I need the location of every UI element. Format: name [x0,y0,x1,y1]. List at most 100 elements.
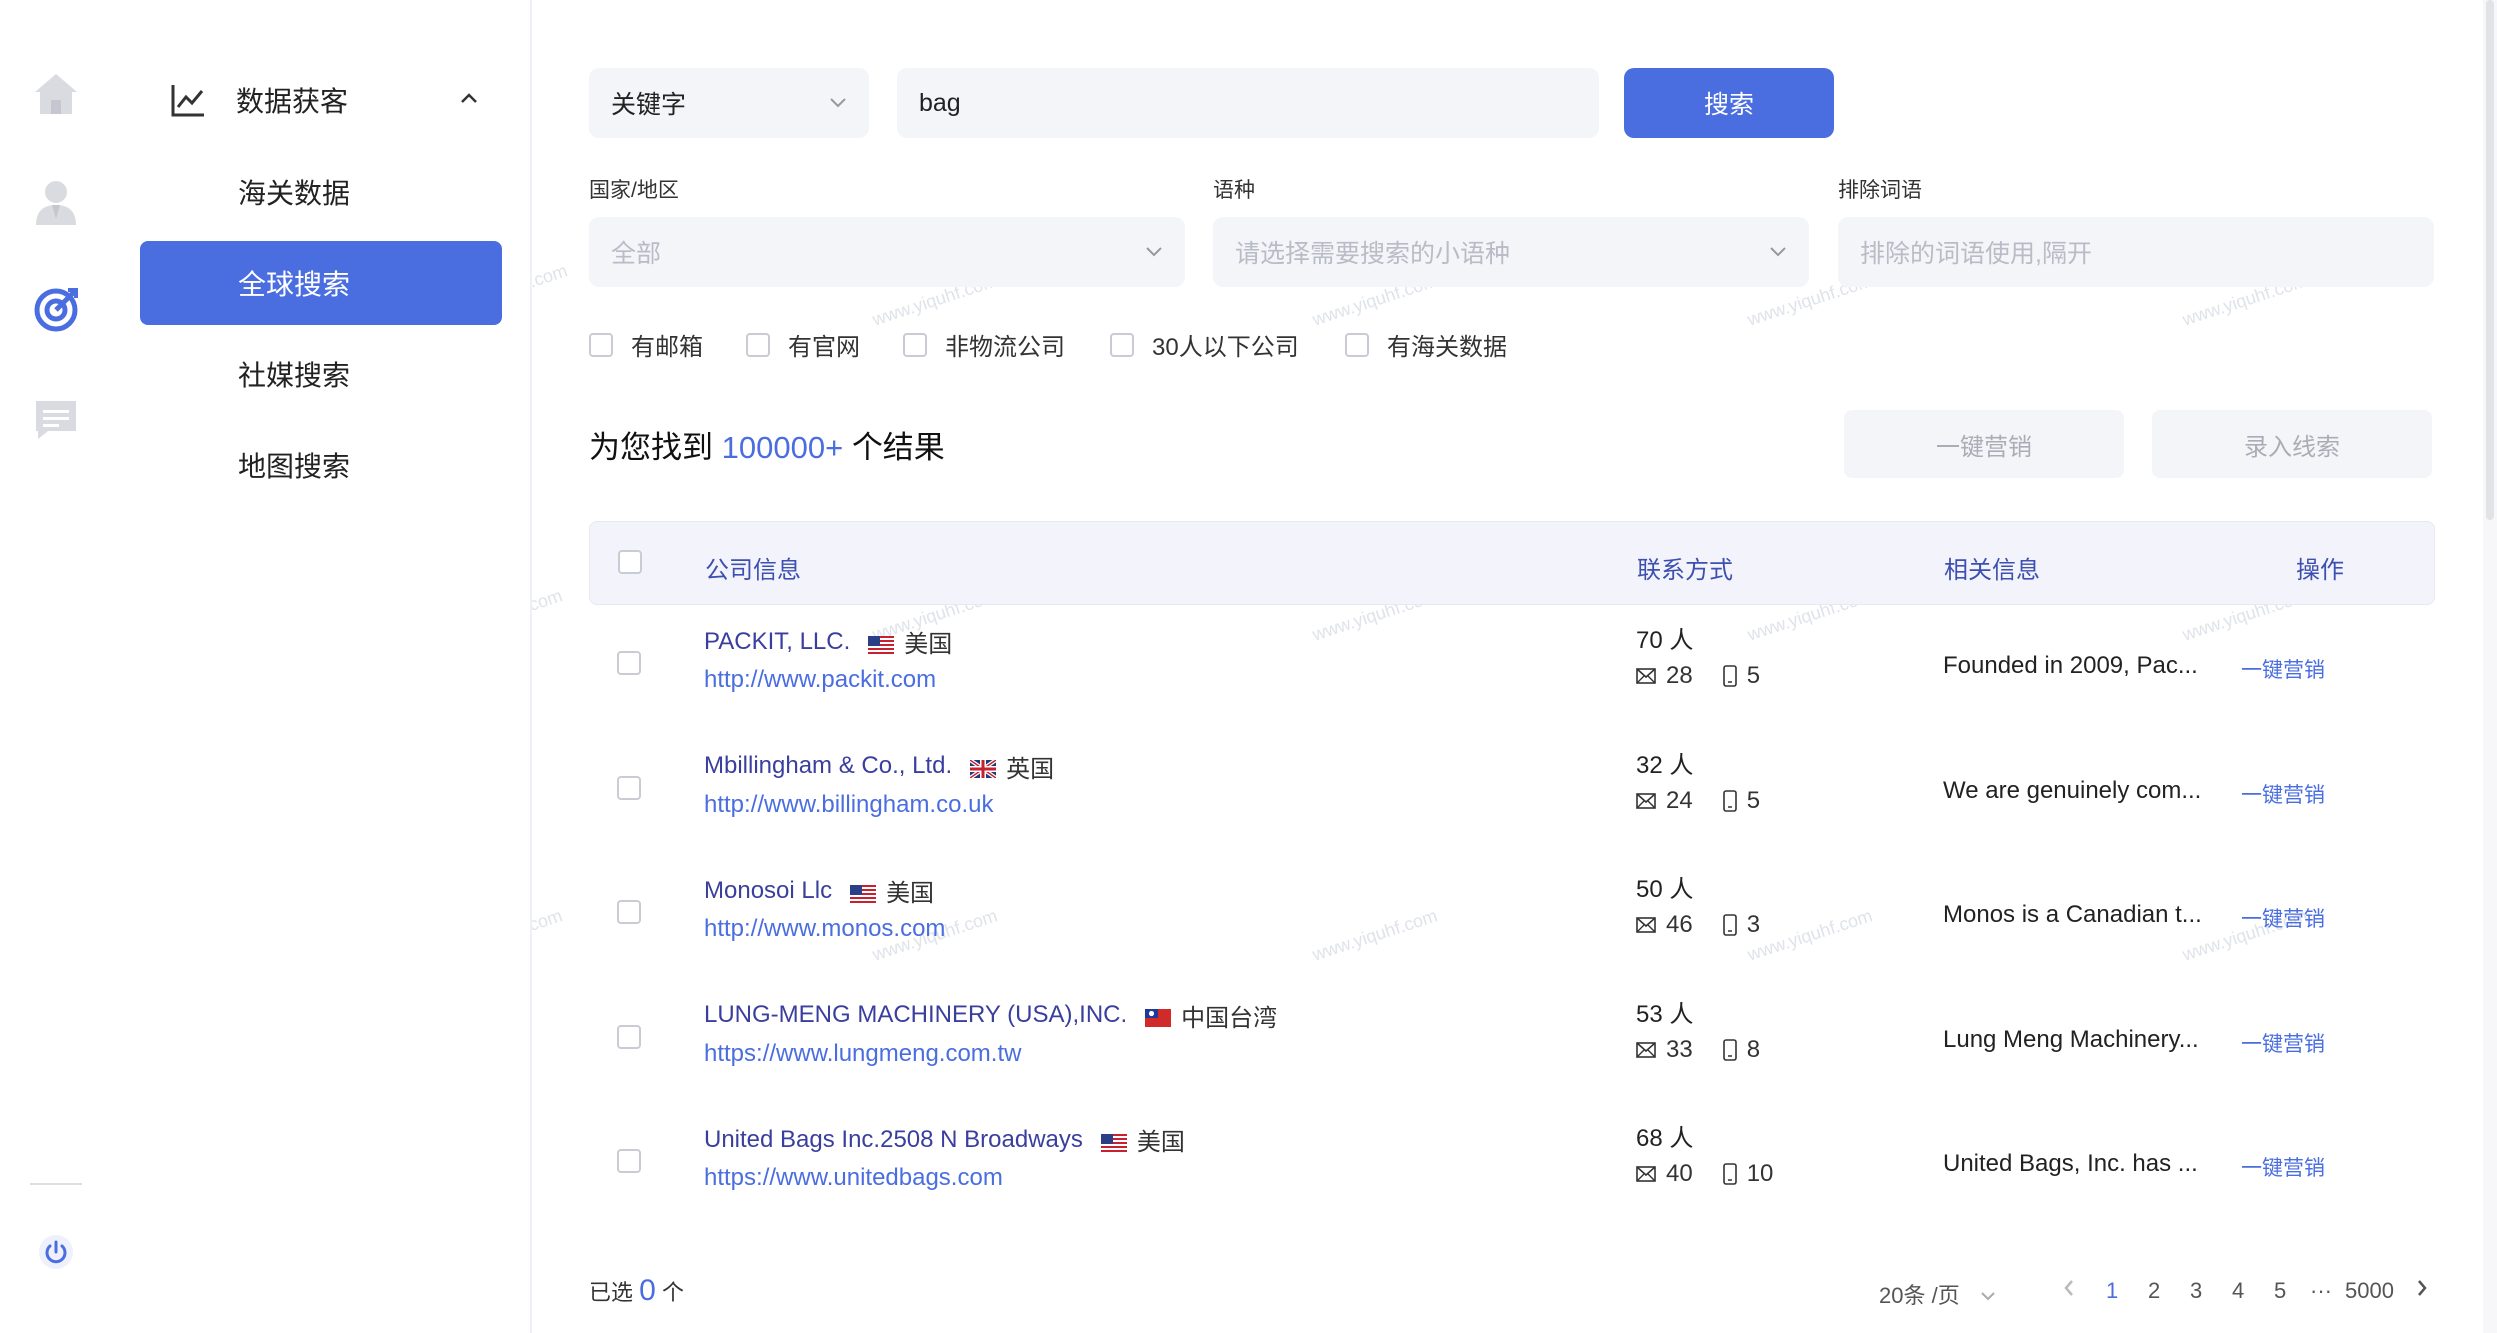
company-website-link[interactable]: http://www.billingham.co.uk [704,791,993,819]
col-action: 操作 [2296,557,2344,584]
page-last[interactable]: 5000 [2345,1278,2394,1304]
menu-item-social-search[interactable]: 社媒搜索 [140,332,502,416]
country-select[interactable]: 全部 [589,217,1185,287]
company-description: Founded in 2009, Pac... [1943,652,2198,679]
employee-count: 50 人 [1636,876,1694,903]
row-checkbox[interactable] [617,1024,641,1049]
exclude-words-input[interactable]: 排除的词语使用,隔开 [1838,217,2434,287]
checkbox[interactable] [1345,332,1369,357]
checkbox[interactable] [1110,332,1134,357]
select-all-checkbox[interactable] [618,550,642,574]
company-country: 美国 [886,880,935,907]
company-name[interactable]: PACKIT, LLC. [704,628,850,656]
table-row[interactable]: Mbillingham & Co., Ltd. 英国 http://www.bill… [589,735,2435,859]
user-icon[interactable] [30,176,82,228]
row-marketing-link[interactable]: 一键营销 [2241,1152,2325,1182]
email-count: 24 [1666,786,1693,814]
company-description: We are genuinely com... [1943,776,2202,804]
company-country: 美国 [904,631,953,658]
contact-counts: 28 5 [1636,662,1760,690]
checkbox[interactable] [903,332,927,357]
bulk-marketing-button[interactable]: 一键营销 [1844,410,2124,478]
row-marketing-link[interactable]: 一键营销 [2241,903,2325,933]
chevron-up-icon[interactable] [458,88,480,110]
company-name[interactable]: United Bags Inc.2508 N Broadways [704,1126,1083,1154]
phone-count: 10 [1746,1160,1774,1187]
page-size-select[interactable]: 20条 /页 [1879,1278,1996,1310]
row-checkbox[interactable] [617,900,641,924]
company-website-link[interactable]: http://www.monos.com [704,915,945,943]
contact-counts: 46 3 [1636,911,1760,939]
company-name[interactable]: Mbillingham & Co., Ltd. [704,752,952,780]
filter-has-customs[interactable]: 有海关数据 [1345,327,1507,362]
phone-count: 3 [1746,911,1761,938]
page-2[interactable]: 2 [2148,1278,2160,1304]
row-marketing-link[interactable]: 一键营销 [2241,779,2325,809]
home-icon[interactable] [30,68,82,120]
menu-item-map-search[interactable]: 地图搜索 [140,423,502,507]
language-select[interactable]: 请选择需要搜索的小语种 [1213,217,1809,287]
main-content: 关键字 bag 搜索 国家/地区 语种 排除词语 全部 请选择需要搜索的小语种 … [532,0,2497,1333]
menu-item-customs-data[interactable]: 海关数据 [140,150,502,234]
page-1[interactable]: 1 [2106,1278,2118,1304]
menu-group-header[interactable]: 数据获客 [170,74,500,126]
row-marketing-link[interactable]: 一键营销 [2241,1028,2325,1058]
company-website-link[interactable]: https://www.lungmeng.com.tw [704,1040,1021,1068]
row-marketing-link[interactable]: 一键营销 [2241,654,2325,684]
search-type-select[interactable]: 关键字 [589,68,869,138]
menu-group-title: 数据获客 [236,86,349,117]
row-checkbox[interactable] [617,1149,641,1173]
phone-icon [1722,1163,1737,1185]
filter-under-30[interactable]: 30人以下公司 [1110,327,1299,362]
page-5[interactable]: 5 [2274,1278,2286,1304]
filter-has-website[interactable]: 有官网 [746,327,860,362]
company-website-link[interactable]: https://www.unitedbags.com [704,1164,1003,1192]
us-flag-icon [868,633,895,654]
email-count: 46 [1666,911,1693,938]
scrollbar-thumb[interactable] [2486,0,2494,520]
us-flag-icon [850,882,877,903]
language-label: 语种 [1213,179,1255,202]
chevron-down-icon [830,98,846,108]
phone-count: 8 [1746,1035,1761,1063]
row-checkbox[interactable] [617,651,641,675]
search-input[interactable]: bag [897,68,1599,138]
employee-count: 68 人 [1636,1125,1694,1152]
tw-flag-icon [1145,1006,1172,1027]
page-4[interactable]: 4 [2232,1278,2244,1304]
chat-icon[interactable] [30,394,82,446]
table-row[interactable]: LUNG-MENG MACHINERY (USA),INC. 中国台湾 https:… [589,984,2435,1108]
company-name[interactable]: Monosoi Llc [704,877,832,905]
company-description: Monos is a Canadian t... [1943,901,2202,928]
next-page-icon[interactable] [2415,1278,2429,1304]
rail-divider [30,1183,82,1185]
phone-count: 5 [1746,662,1761,689]
table-row[interactable]: Monosoi Llc 美国 http://www.monos.com 50 人 46 3… [589,859,2435,983]
page-3[interactable]: 3 [2190,1278,2202,1304]
contact-counts: 33 8 [1636,1036,1760,1064]
table-row[interactable]: United Bags Inc.2508 N Broadways 美国 https:… [589,1108,2435,1232]
page-ellipsis[interactable]: ··· [2310,1278,2332,1304]
company-name[interactable]: LUNG-MENG MACHINERY (USA),INC. [704,1001,1127,1029]
scrollbar[interactable] [2483,0,2497,1333]
add-leads-button[interactable]: 录入线索 [2152,410,2432,478]
target-icon[interactable] [30,284,82,336]
email-count: 33 [1666,1035,1693,1063]
filter-non-logistics[interactable]: 非物流公司 [903,327,1065,362]
prev-page-icon[interactable] [2062,1278,2076,1304]
power-icon[interactable] [30,1226,82,1278]
row-checkbox[interactable] [617,775,641,800]
checkbox[interactable] [589,332,613,357]
checkbox[interactable] [746,332,770,357]
table-row[interactable]: PACKIT, LLC. 美国 http://www.packit.com 70 人 2… [589,610,2435,734]
menu-item-global-search[interactable]: 全球搜索 [140,241,502,325]
selected-count: 已选 0 个 [589,1274,684,1307]
col-company: 公司信息 [705,557,801,584]
phone-count: 5 [1746,786,1761,814]
email-count: 40 [1666,1160,1693,1187]
filter-has-email[interactable]: 有邮箱 [589,327,703,362]
search-button[interactable]: 搜索 [1624,68,1834,138]
mail-icon [1636,917,1656,933]
company-website-link[interactable]: http://www.packit.com [704,666,936,694]
phone-icon [1722,665,1737,687]
